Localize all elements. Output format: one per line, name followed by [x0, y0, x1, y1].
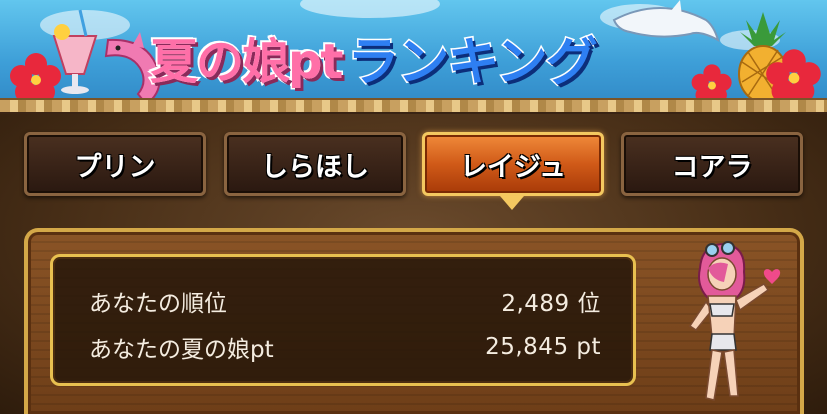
active-tab-indicator: [500, 196, 524, 210]
banner-title-part2: ランキング: [346, 31, 599, 94]
white-dolphin-icon: [612, 0, 720, 43]
rank-label: あなたの順位: [89, 291, 227, 317]
banner-title-part1: 夏の娘pt: [148, 33, 344, 92]
tab-koala[interactable]: コアラ: [621, 132, 803, 196]
tab-label: しらほし: [261, 151, 369, 183]
rank-value: 2,489 位: [501, 291, 601, 317]
pt-value: 25,845 pt: [485, 334, 601, 360]
pt-row: あなたの夏の娘pt 25,845 pt: [89, 331, 601, 363]
rank-row: あなたの順位 2,489 位: [89, 285, 601, 317]
tab-label: コアラ: [671, 151, 753, 183]
tab-label: レイジュ: [459, 151, 567, 183]
tab-purin[interactable]: プリン: [24, 132, 206, 196]
character-reiju-icon: [688, 241, 781, 401]
tab-label: プリン: [74, 151, 156, 183]
banner-border: [0, 98, 827, 112]
event-banner: 夏の娘pt ランキング: [0, 0, 827, 112]
tab-shirahoshi[interactable]: しらほし: [224, 132, 406, 196]
banner-title: 夏の娘pt ランキング: [148, 18, 599, 96]
tab-reiju[interactable]: レイジュ: [422, 132, 604, 196]
pt-label: あなたの夏の娘pt: [89, 337, 274, 363]
hibiscus-icon: [766, 49, 821, 103]
my-stats-panel: あなたの順位 2,489 位 あなたの夏の娘pt 25,845 pt: [50, 254, 636, 386]
